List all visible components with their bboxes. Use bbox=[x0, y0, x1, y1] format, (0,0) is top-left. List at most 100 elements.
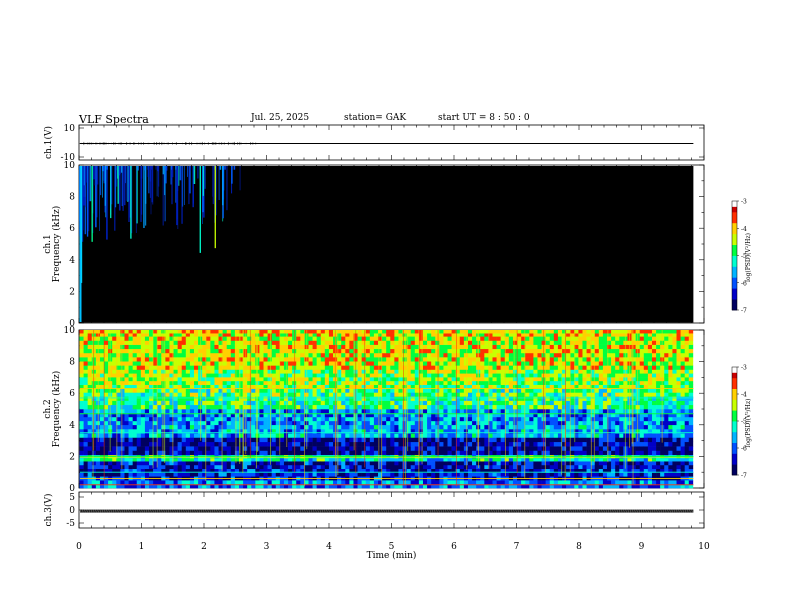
ch2-pixel bbox=[345, 352, 350, 358]
ch2-pixel bbox=[206, 409, 211, 414]
ch2-pixel bbox=[382, 369, 387, 374]
ch2-pixel bbox=[104, 404, 109, 410]
ch2-pixel bbox=[128, 416, 133, 422]
ch2-pixel bbox=[194, 330, 199, 334]
ch2-pixel bbox=[173, 461, 178, 466]
ch2-pixel bbox=[443, 373, 448, 378]
ch2-pixel bbox=[181, 464, 187, 470]
ch2-pixel bbox=[214, 380, 219, 385]
ch2-pixel bbox=[108, 480, 113, 485]
ch2-pixel bbox=[459, 457, 465, 462]
ch2-pixel bbox=[467, 424, 473, 430]
ch2-pixel bbox=[435, 424, 440, 430]
ch2-pixel bbox=[104, 330, 109, 334]
ch2-pixel bbox=[157, 373, 162, 378]
ch1-spectral-streak bbox=[137, 166, 139, 171]
ch2-pixel bbox=[271, 420, 277, 426]
ch2-pixel bbox=[390, 416, 395, 422]
ch2-pixel bbox=[116, 472, 121, 477]
ch2-pixel bbox=[333, 480, 338, 485]
ch2-pixel bbox=[128, 352, 133, 358]
ch2-pixel bbox=[365, 433, 371, 438]
ch2-pixel bbox=[222, 446, 228, 451]
ch2-pixel bbox=[181, 388, 187, 393]
ch2-pixel bbox=[251, 361, 256, 366]
ch2-pixel bbox=[459, 340, 465, 345]
ch2-pixel bbox=[496, 361, 501, 366]
ch2-pixel bbox=[210, 420, 215, 426]
ch2-pixel bbox=[189, 433, 195, 438]
ch2-pixel bbox=[222, 380, 228, 385]
ch2-pixel bbox=[288, 373, 293, 378]
ch2-pixel bbox=[91, 461, 97, 466]
ch2-pixel bbox=[467, 409, 473, 414]
ch2-pixel bbox=[140, 392, 146, 397]
ch2-pixel bbox=[492, 433, 497, 438]
ch2-pixel bbox=[210, 357, 215, 362]
ch2-pixel bbox=[349, 472, 354, 477]
ch2-pixel bbox=[390, 420, 395, 426]
ch2-pixel bbox=[472, 433, 477, 438]
ch2-pixel bbox=[349, 433, 354, 438]
ch2-pixel bbox=[226, 330, 232, 334]
ch2-pixel bbox=[194, 437, 199, 443]
ch2-pixel bbox=[427, 388, 432, 393]
ch2-pixel bbox=[369, 344, 375, 350]
ch2-pixel bbox=[341, 361, 346, 366]
ch2-pixel bbox=[447, 464, 452, 470]
ch2-pixel bbox=[422, 373, 428, 378]
ch2-pixel bbox=[394, 330, 399, 334]
ch2-pixel bbox=[390, 330, 395, 334]
ch2-pixel bbox=[373, 377, 379, 382]
ch2-pixel bbox=[177, 344, 183, 350]
ch2-pixel bbox=[157, 472, 162, 477]
ch2-pixel bbox=[279, 333, 285, 337]
ch2-pixel bbox=[226, 388, 232, 393]
ch2-pixel bbox=[206, 424, 211, 430]
ch2-pixel bbox=[83, 424, 88, 430]
ch2-pixel bbox=[427, 380, 432, 385]
ch2-pixel bbox=[463, 446, 469, 451]
ch2-pixel bbox=[112, 424, 117, 430]
ch2-pixel bbox=[247, 404, 252, 410]
ch2-pixel bbox=[136, 357, 142, 362]
ch2-pixel bbox=[365, 400, 371, 406]
ch2-pixel bbox=[120, 433, 125, 438]
ch2-pixel bbox=[124, 369, 129, 374]
ch2-pixel bbox=[492, 336, 497, 341]
ch2-pixel bbox=[480, 480, 485, 485]
ch2-pixel bbox=[157, 424, 162, 430]
ch2-pixel bbox=[198, 480, 203, 485]
ch2-pixel bbox=[267, 457, 272, 462]
ch2-pixel bbox=[210, 340, 215, 345]
ch2-pixel bbox=[349, 369, 354, 374]
ch2-pixel bbox=[251, 373, 256, 378]
ch2-pixel bbox=[328, 333, 334, 337]
ch2-pixel bbox=[132, 441, 138, 447]
ch2-pixel bbox=[263, 357, 268, 362]
ch2-pixel bbox=[87, 330, 93, 334]
ch2-pixel bbox=[283, 416, 289, 422]
ch2-pixel bbox=[128, 446, 133, 451]
ch2-pixel bbox=[422, 464, 428, 470]
ch2-pixel bbox=[267, 352, 272, 358]
ch2-pixel bbox=[243, 472, 248, 477]
ch2-pixel bbox=[431, 416, 436, 422]
ch2-pixel bbox=[496, 340, 501, 345]
ch2-pixel bbox=[173, 369, 178, 374]
ch2-pixel bbox=[435, 336, 440, 341]
ch2-pixel bbox=[459, 396, 465, 401]
ch2-pixel bbox=[365, 369, 371, 374]
ch2-pixel bbox=[345, 424, 350, 430]
ch2-pixel bbox=[198, 461, 203, 466]
ch2-pixel bbox=[508, 336, 514, 341]
ch2-pixel bbox=[373, 340, 379, 345]
ch2-pixel bbox=[267, 388, 272, 393]
ch1-spectral-streak bbox=[135, 166, 137, 233]
ch2-pixel bbox=[251, 392, 256, 397]
ch2-pixel bbox=[83, 344, 88, 350]
ch2-pixel bbox=[463, 450, 469, 456]
ch2-pixel bbox=[206, 340, 211, 345]
ch2-pixel bbox=[165, 340, 170, 345]
ch2-pixel bbox=[369, 377, 375, 382]
